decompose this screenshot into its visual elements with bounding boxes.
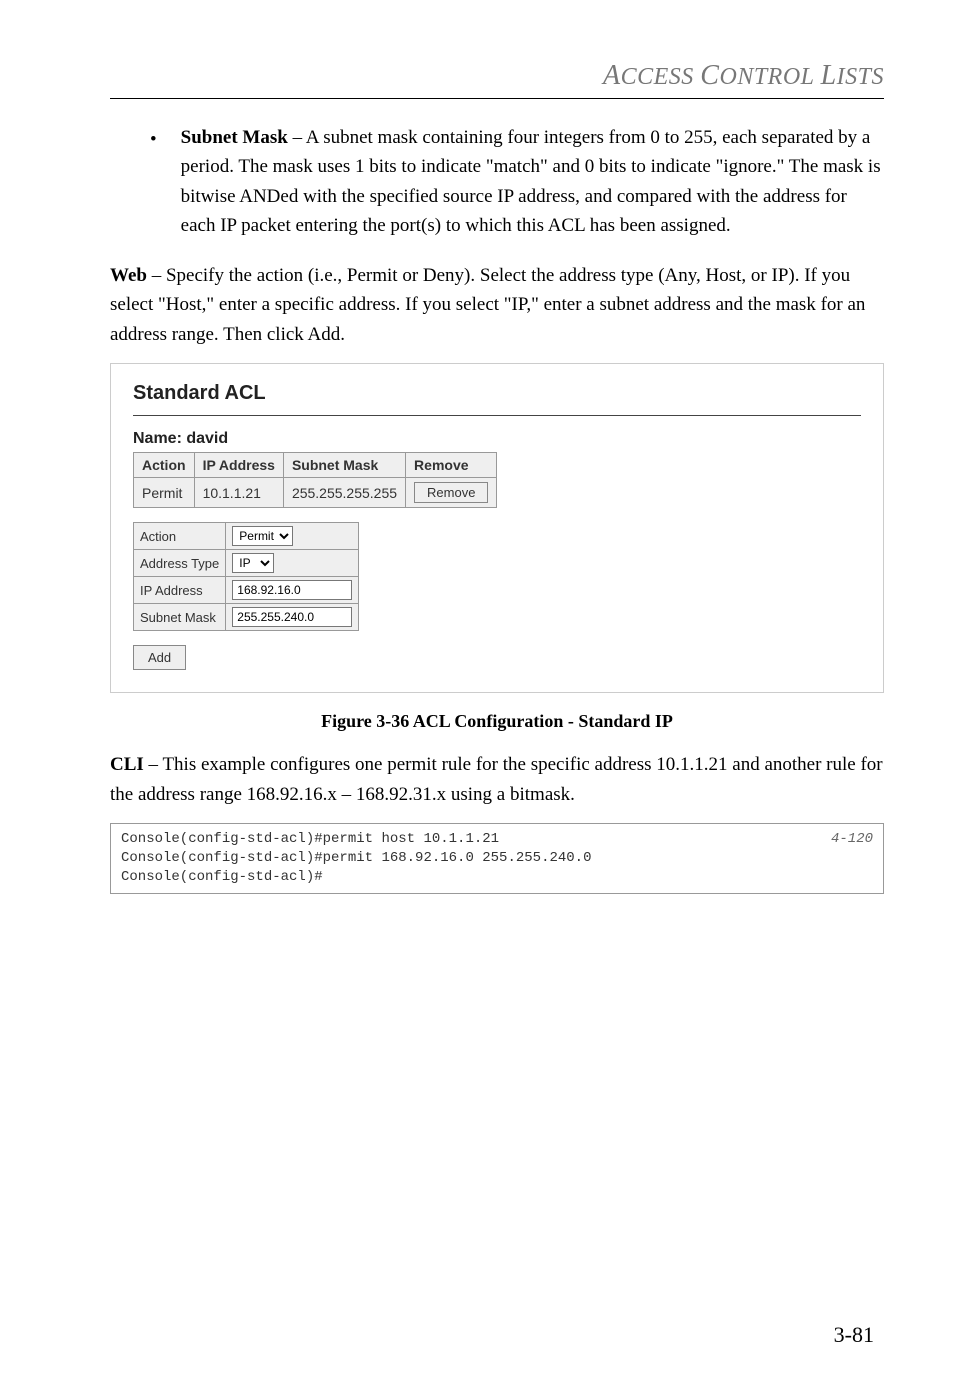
form-control-addr-type: IP	[226, 550, 359, 577]
form-label-ip: IP Address	[134, 577, 226, 604]
td-action: Permit	[134, 478, 195, 508]
web-text: – Specify the action (i.e., Permit or De…	[110, 265, 865, 345]
td-mask: 255.255.255.255	[283, 478, 405, 508]
form-control-action: Permit	[226, 523, 359, 550]
td-remove: Remove	[406, 478, 497, 508]
figure-caption: Figure 3-36 ACL Configuration - Standard…	[110, 711, 884, 732]
figure-divider	[133, 415, 861, 416]
remove-button[interactable]: Remove	[414, 482, 488, 503]
figure-name-label: Name: david	[133, 430, 861, 448]
td-ip: 10.1.1.21	[194, 478, 283, 508]
form-label-action: Action	[134, 523, 226, 550]
acl-form: Action Permit Address Type IP IP Address…	[133, 522, 359, 631]
header-divider	[110, 98, 884, 99]
web-label: Web	[110, 265, 147, 286]
bullet-item-subnet-mask: • Subnet Mask – A subnet mask containing…	[150, 123, 884, 241]
cli-code-block: 4-120 Console(config-std-acl)#permit host…	[110, 823, 884, 894]
page-number: 3-81	[834, 1322, 874, 1348]
form-row-mask: Subnet Mask	[134, 604, 359, 631]
code-line-1: Console(config-std-acl)#permit host 10.1…	[121, 831, 499, 847]
table-header-row: Action IP Address Subnet Mask Remove	[134, 453, 497, 478]
form-label-addr-type: Address Type	[134, 550, 226, 577]
acl-table: Action IP Address Subnet Mask Remove Per…	[133, 452, 497, 508]
form-row-addr-type: Address Type IP	[134, 550, 359, 577]
add-button[interactable]: Add	[133, 645, 186, 670]
cli-label: CLI	[110, 754, 144, 775]
th-remove: Remove	[406, 453, 497, 478]
cli-paragraph: CLI – This example configures one permit…	[110, 750, 884, 809]
figure-title: Standard ACL	[133, 382, 861, 405]
bullet-icon: •	[150, 125, 157, 241]
form-control-mask	[226, 604, 359, 631]
page-header: ACCESS CONTROL LISTS	[110, 60, 884, 92]
form-row-ip: IP Address	[134, 577, 359, 604]
form-row-action: Action Permit	[134, 523, 359, 550]
bullet-label: Subnet Mask	[181, 127, 288, 148]
subnet-mask-input[interactable]	[232, 607, 352, 627]
form-control-ip	[226, 577, 359, 604]
code-line-3: Console(config-std-acl)#	[121, 869, 323, 885]
code-ref: 4-120	[831, 830, 873, 849]
address-type-select[interactable]: IP	[232, 553, 274, 573]
th-ip: IP Address	[194, 453, 283, 478]
code-line-2: Console(config-std-acl)#permit 168.92.16…	[121, 850, 591, 866]
th-action: Action	[134, 453, 195, 478]
table-row: Permit 10.1.1.21 255.255.255.255 Remove	[134, 478, 497, 508]
web-paragraph: Web – Specify the action (i.e., Permit o…	[110, 261, 884, 349]
th-mask: Subnet Mask	[283, 453, 405, 478]
action-select[interactable]: Permit	[232, 526, 293, 546]
cli-text: – This example configures one permit rul…	[110, 754, 883, 804]
bullet-text: Subnet Mask – A subnet mask containing f…	[181, 123, 884, 241]
figure-standard-acl: Standard ACL Name: david Action IP Addre…	[110, 363, 884, 693]
form-label-mask: Subnet Mask	[134, 604, 226, 631]
ip-address-input[interactable]	[232, 580, 352, 600]
